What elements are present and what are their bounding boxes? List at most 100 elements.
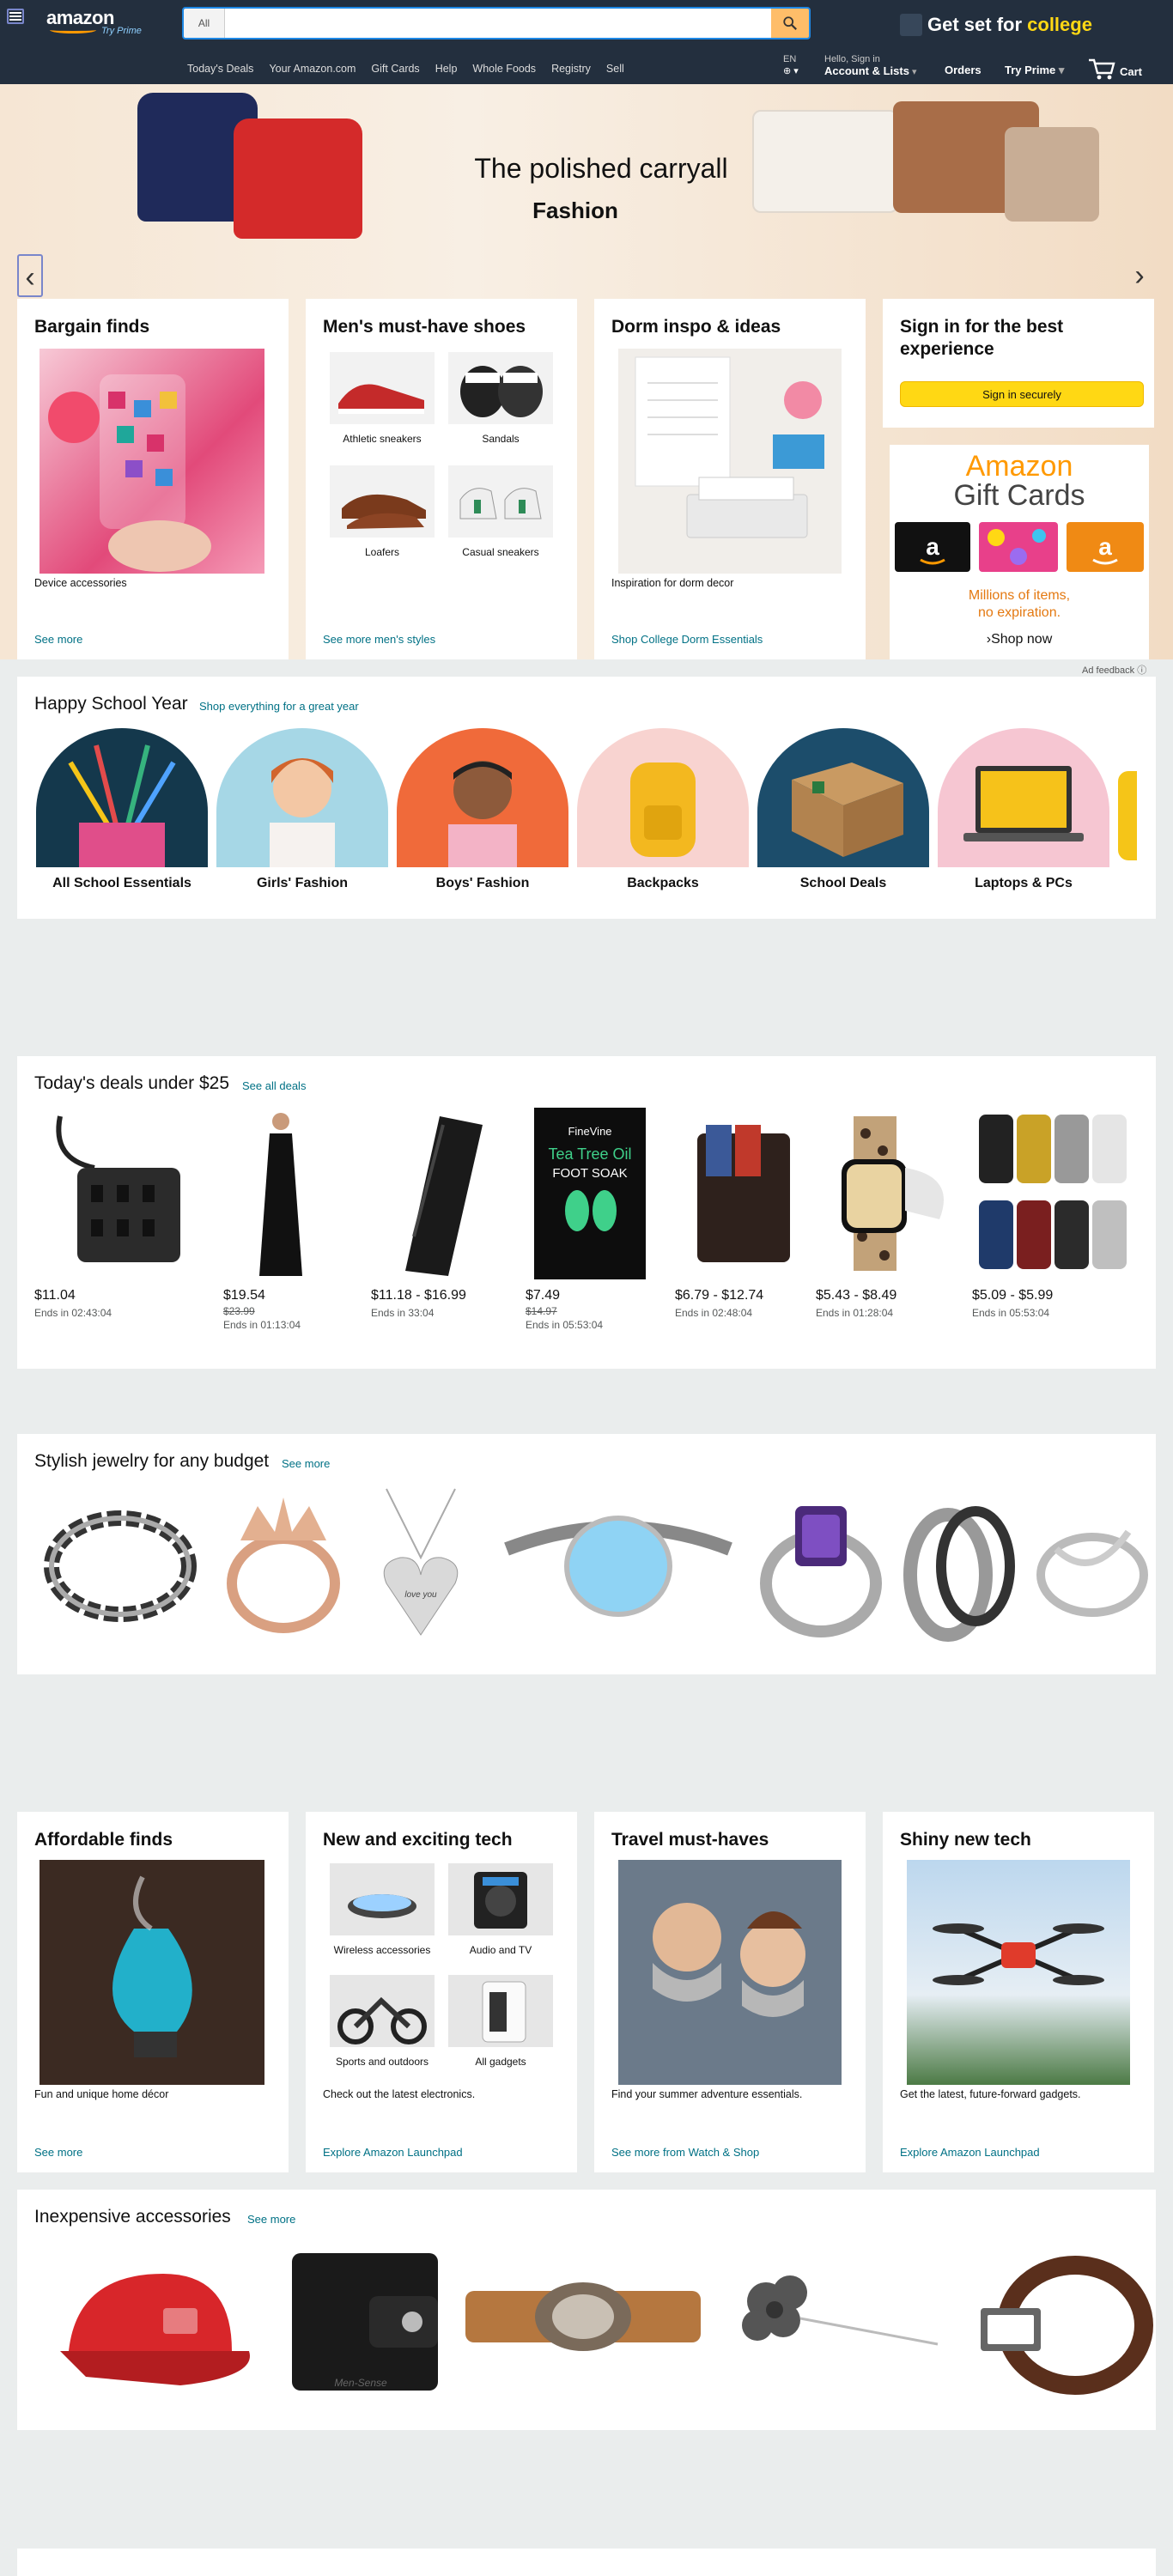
opal-ring-image[interactable] (498, 1498, 738, 1635)
see-more-link[interactable]: See more (247, 2213, 295, 2226)
card-sign-in: Sign in for the best experience Sign in … (883, 299, 1154, 428)
brown-belt-image[interactable] (963, 2239, 1154, 2411)
sign-in-securely-button[interactable]: Sign in securely (900, 381, 1144, 407)
card-mens-shoes: Men's must-have shoes Athletic sneakers … (306, 299, 577, 659)
dorm-decor-image[interactable] (618, 349, 842, 574)
card-title: Sign in for the best experience (900, 317, 1064, 359)
phone-case-image[interactable] (40, 349, 264, 574)
gift-ad-subtitle: Gift Cards (953, 479, 1085, 512)
shoe-label: Athletic sneakers (343, 433, 422, 445)
category-label: Backpacks (627, 876, 699, 890)
explore-launchpad-link[interactable]: Explore Amazon Launchpad (900, 2146, 1040, 2159)
row-link[interactable]: Shop everything for a great year (199, 700, 359, 713)
audio-tv-image (448, 1863, 553, 1935)
gift-text-line: no expiration. (977, 605, 1061, 620)
greeting-text: Hello, Sign in (824, 54, 880, 64)
gift-ad-title: Amazon (965, 450, 1073, 483)
travel-pillow-image[interactable] (618, 1860, 842, 2085)
nav-link-your-amazon[interactable]: Your Amazon.com (269, 63, 356, 75)
account-menu[interactable]: Hello, Sign in Account & Lists ▾ (824, 53, 917, 78)
hero-prev-arrow-icon[interactable]: ‹ (17, 254, 43, 297)
tech-tile-sports[interactable]: Sports and outdoors (326, 1971, 438, 2081)
hero-red-bag-image (234, 118, 362, 239)
see-more-mens-styles-link[interactable]: See more men's styles (323, 633, 435, 646)
shoe-tile-athletic[interactable]: Athletic sneakers (326, 349, 438, 460)
account-lists-label: Account & Lists (824, 64, 909, 77)
college-promo-banner[interactable]: Get set for college (896, 9, 1106, 41)
drone-image[interactable] (907, 1860, 1130, 2085)
cart-icon (1089, 58, 1115, 80)
search-department-select[interactable]: All (184, 9, 225, 38)
row-happy-school-year: Happy School Year Shop everything for a … (17, 677, 1156, 919)
row-inexpensive-accessories: Inexpensive accessories See more Men-Sen… (17, 2190, 1156, 2430)
band-ring-image[interactable] (896, 1480, 1022, 1652)
deal-ends: Ends in 05:53:04 (526, 1319, 604, 1331)
tech-tile-all-gadgets[interactable]: All gadgets (445, 1971, 556, 2081)
backpacks-image (577, 728, 749, 867)
card-caption: Check out the latest electronics. (323, 2088, 476, 2100)
nav-link-registry[interactable]: Registry (551, 63, 591, 75)
purple-stone-ring-image[interactable] (752, 1480, 890, 1652)
shoe-tile-casual[interactable]: Casual sneakers (445, 462, 556, 574)
crown-ring-image[interactable] (215, 1480, 352, 1652)
category-next-partial[interactable] (1118, 771, 1137, 860)
see-all-deals-link[interactable]: See all deals (242, 1079, 306, 1092)
maxi-dress-image (251, 1108, 311, 1279)
gift-card-black[interactable]: a (895, 522, 970, 572)
flower-lapel-pin-image[interactable] (714, 2258, 948, 2370)
deal-price: $7.49 (526, 1288, 561, 1303)
try-prime-label: Try Prime (1005, 64, 1056, 76)
hero-next-arrow-icon[interactable]: › (1127, 254, 1152, 297)
search-button[interactable] (771, 9, 809, 38)
amazon-logo[interactable]: amazon Try Prime (43, 7, 146, 36)
language-selector[interactable]: EN ⊕ ▾ (783, 53, 799, 77)
see-more-watch-shop-link[interactable]: See more from Watch & Shop (611, 2146, 759, 2159)
shop-now-link[interactable]: ›Shop now (890, 632, 1149, 647)
gift-card-birthday[interactable] (979, 522, 1058, 572)
infinity-ring-image[interactable] (1030, 1498, 1154, 1635)
tech-label: Audio and TV (469, 1944, 532, 1956)
see-more-link[interactable]: See more (34, 633, 82, 646)
tech-tile-audio[interactable]: Audio and TV (445, 1860, 556, 1970)
card-title: Men's must-have shoes (323, 317, 526, 337)
search-input[interactable] (225, 9, 771, 38)
menu-icon[interactable] (7, 9, 24, 24)
red-cap-image[interactable] (34, 2239, 266, 2403)
cart-button[interactable]: Cart (1087, 57, 1147, 81)
tech-label: Wireless accessories (333, 1944, 431, 1956)
orders-link[interactable]: Orders (945, 64, 982, 76)
shoe-label: Loafers (364, 546, 400, 558)
buckle-belt-image[interactable] (460, 2257, 706, 2377)
deal-ends: Ends in 02:48:04 (675, 1307, 753, 1319)
shop-dorm-essentials-link[interactable]: Shop College Dorm Essentials (611, 633, 763, 646)
ad-feedback-link[interactable]: Ad feedback ⓘ (1082, 663, 1146, 677)
heart-pendant-image[interactable]: love you (369, 1480, 472, 1652)
humidifier-image[interactable] (40, 1860, 264, 2085)
gift-cards-ad[interactable]: Amazon Gift Cards a a Millions of items,… (890, 445, 1149, 659)
nav-link-help[interactable]: Help (435, 63, 458, 75)
deal-ends: Ends in 02:43:04 (34, 1307, 112, 1319)
watch-band-image (819, 1108, 965, 1279)
see-more-link[interactable]: See more (282, 1457, 330, 1470)
shoe-tile-sandals[interactable]: Sandals (445, 349, 556, 460)
boys-fashion-image (397, 728, 568, 867)
hero-headline: The polished carryall (474, 153, 728, 184)
nav-link-todays-deals[interactable]: Today's Deals (187, 63, 253, 75)
nav-link-sell[interactable]: Sell (606, 63, 624, 75)
shoe-tile-loafers[interactable]: Loafers (326, 462, 438, 574)
school-deals-image (757, 728, 929, 867)
girls-fashion-image (216, 728, 388, 867)
gift-card-orange[interactable]: a (1067, 522, 1144, 572)
row-title: Happy School Year (34, 694, 188, 714)
nav-link-gift-cards[interactable]: Gift Cards (371, 63, 419, 75)
explore-launchpad-link[interactable]: Explore Amazon Launchpad (323, 2146, 463, 2159)
svg-text:a: a (926, 533, 939, 560)
braided-ring-image[interactable] (34, 1480, 206, 1652)
leather-wallet-image[interactable]: Men-Sense (275, 2236, 455, 2408)
sports-outdoors-image (330, 1975, 435, 2047)
tech-tile-wireless[interactable]: Wireless accessories (326, 1860, 438, 1970)
try-prime-link[interactable]: Try Prime ▾ (1005, 64, 1064, 77)
see-more-link[interactable]: See more (34, 2146, 82, 2159)
nav-link-whole-foods[interactable]: Whole Foods (472, 63, 536, 75)
card-title: Bargain finds (34, 317, 150, 337)
